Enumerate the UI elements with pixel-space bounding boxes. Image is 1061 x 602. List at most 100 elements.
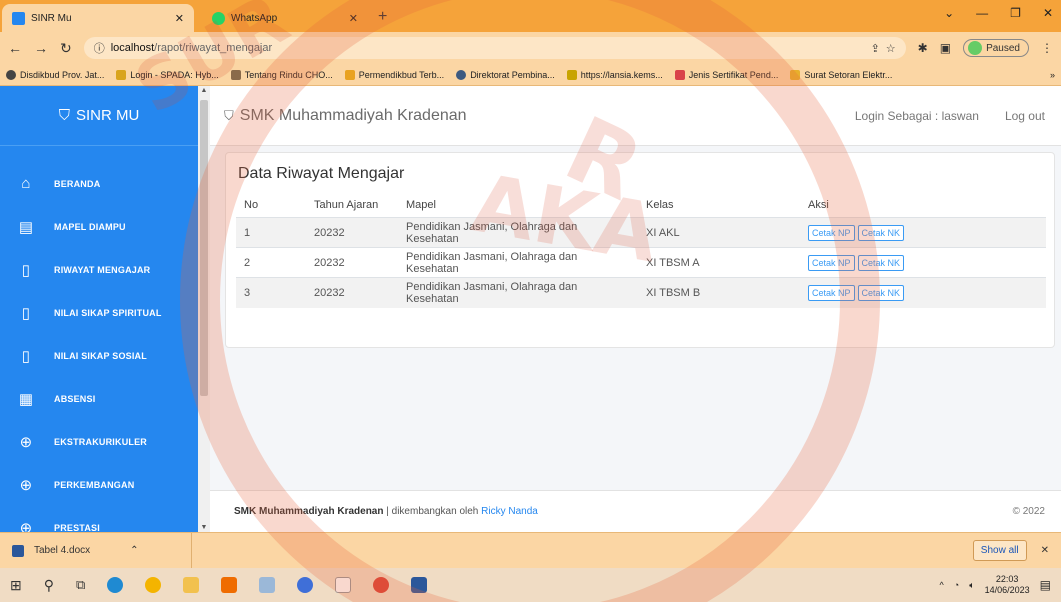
cell-kelas: XI TBSM B: [638, 277, 800, 308]
app-icon[interactable]: [297, 577, 314, 593]
page-title: Data Riwayat Mengajar: [238, 165, 405, 182]
back-icon[interactable]: ←: [8, 40, 22, 56]
forward-icon[interactable]: →: [34, 40, 48, 56]
sidebar-item-nilai-sikap-spiritual[interactable]: ▯ NILAI SIKAP SPIRITUAL: [0, 291, 198, 334]
logout-link[interactable]: Log out: [1005, 109, 1045, 123]
bookmark-item[interactable]: Jenis Sertifikat Pend...: [674, 69, 778, 80]
sidebar-item-label: EKSTRAKURIKULER: [54, 436, 147, 447]
bookmark-item[interactable]: Login - SPADA: Hyb...: [116, 69, 219, 80]
sublime-icon[interactable]: [221, 577, 238, 593]
bookmark-item[interactable]: Surat Setoran Elektr...: [790, 69, 892, 80]
sidebar-item-riwayat-mengajar[interactable]: ▯ RIWAYAT MENGAJAR: [0, 248, 198, 291]
avatar: [968, 41, 983, 55]
reload-icon[interactable]: ↻: [60, 40, 72, 57]
url-path: /rapot/riwayat_mengajar: [154, 42, 273, 54]
notepad-icon[interactable]: [335, 577, 352, 593]
column-header: No: [244, 199, 259, 211]
scrollbar-thumb[interactable]: [200, 100, 208, 396]
chevron-up-icon[interactable]: ⌃: [130, 545, 138, 556]
whatsapp-favicon-icon: [212, 11, 225, 25]
sidebar-item-mapel-diampu[interactable]: ▤ MAPEL DIAMPU: [0, 205, 198, 248]
extensions-icon[interactable]: ✱: [918, 41, 928, 55]
bookmark-item[interactable]: Direktorat Pembina...: [456, 69, 555, 80]
scroll-down-icon[interactable]: ▼: [198, 524, 210, 531]
sidebar-item-absensi[interactable]: ▦ ABSENSI: [0, 377, 198, 420]
sidebar-item-label: BERANDA: [54, 178, 101, 189]
sidebar-scrollbar[interactable]: ▲ ▼: [198, 86, 210, 532]
url-input[interactable]: ⓘ localhost/rapot/riwayat_mengajar ⇪ ☆: [83, 37, 906, 59]
paint-icon[interactable]: [259, 577, 276, 593]
notification-icon[interactable]: ▤: [1040, 578, 1051, 592]
sidebar-item-perkembangan[interactable]: ⊕ PERKEMBANGAN: [0, 463, 198, 506]
cetak-np-button[interactable]: Cetak NP: [808, 284, 855, 301]
scroll-up-icon[interactable]: ▲: [198, 87, 210, 94]
edge-icon[interactable]: [107, 577, 124, 593]
graduation-cap-icon: ⛉: [58, 107, 70, 124]
spada-icon: [116, 69, 127, 80]
column-header: Kelas: [646, 199, 674, 211]
cell-kelas: XI AKL: [638, 217, 800, 248]
task-view-icon[interactable]: ⧉: [76, 577, 85, 593]
bookmark-item[interactable]: Disdikbud Prov. Jat...: [6, 69, 104, 80]
sidebar-item-beranda[interactable]: ⌂ BERANDA: [0, 162, 198, 205]
login-status: Login Sebagai : laswan: [854, 108, 979, 123]
close-tab-icon[interactable]: ✕: [349, 12, 358, 25]
file-explorer-icon[interactable]: [183, 577, 200, 593]
close-download-bar-icon[interactable]: ✕: [1041, 545, 1049, 556]
top-navbar: ⛉ SMK Muhammadiyah Kradenan Login Sebaga…: [210, 86, 1061, 146]
show-all-button[interactable]: Show all: [972, 540, 1027, 561]
chrome-active-icon[interactable]: [373, 577, 390, 593]
school-header: ⛉ SMK Muhammadiyah Kradenan: [224, 107, 467, 125]
tab-title: WhatsApp: [231, 12, 278, 24]
new-tab-icon[interactable]: +: [378, 8, 387, 26]
tab-whatsapp[interactable]: WhatsApp ✕: [202, 4, 368, 32]
sidebar-item-label: PERKEMBANGAN: [54, 479, 135, 490]
page-footer: SMK Muhammadiyah Kradenan | dikembangkan…: [210, 490, 1061, 532]
wifi-icon[interactable]: ◔: [954, 580, 959, 590]
windows-start-icon[interactable]: ⊞: [10, 577, 22, 594]
bookmark-item[interactable]: Permendikbud Terb...: [344, 69, 444, 80]
sidebar-item-nilai-sikap-sosial[interactable]: ▯ NILAI SIKAP SOSIAL: [0, 334, 198, 377]
minimize-icon[interactable]: —: [976, 6, 988, 20]
home-icon: ⌂: [21, 175, 31, 192]
more-bookmarks-icon[interactable]: »: [1050, 70, 1055, 80]
cetak-np-button[interactable]: Cetak NP: [808, 224, 855, 241]
cetak-nk-button[interactable]: Cetak NK: [857, 284, 905, 301]
tab-sinr-mu[interactable]: SINR Mu ✕: [2, 4, 194, 32]
direktorat-icon: [456, 69, 467, 80]
sidebar-item-ekstrakurikuler[interactable]: ⊕ EKSTRAKURIKULER: [0, 420, 198, 463]
cetak-np-button[interactable]: Cetak NP: [808, 254, 855, 271]
cetak-nk-button[interactable]: Cetak NK: [857, 254, 905, 271]
system-tray: ^ ◔ 🔈︎ 22:03 14/06/2023 ▤: [940, 574, 1051, 596]
word-icon[interactable]: [411, 577, 428, 593]
profile-paused-button[interactable]: Paused: [963, 39, 1029, 57]
bookmark-item[interactable]: Tentang Rindu CHO...: [230, 69, 333, 80]
tab-search-chevron-icon[interactable]: ⌄: [944, 6, 954, 20]
cell-mapel: Pendidikan Jasmani, Olahraga dan Kesehat…: [398, 277, 638, 308]
author-link[interactable]: Ricky Nanda: [481, 506, 538, 517]
bookmark-item[interactable]: https://lansia.kems...: [566, 69, 663, 80]
download-item[interactable]: Tabel 4.docx ⌃: [12, 532, 192, 569]
share-icon[interactable]: ⇪: [871, 42, 880, 55]
clock[interactable]: 22:03 14/06/2023: [985, 574, 1030, 596]
close-window-icon[interactable]: ✕: [1043, 6, 1053, 20]
ball-icon: ⊕: [19, 433, 33, 451]
restore-icon[interactable]: ❐: [1010, 6, 1021, 20]
search-icon[interactable]: ⚲: [44, 577, 54, 594]
menu-kebab-icon[interactable]: ⋮: [1041, 41, 1053, 55]
bookmark-star-icon[interactable]: ☆: [886, 42, 896, 55]
chrome-icon[interactable]: [145, 577, 162, 593]
word-doc-icon: [12, 544, 24, 557]
tray-overflow-icon[interactable]: ^: [940, 580, 944, 590]
side-panel-icon[interactable]: ▣: [940, 41, 951, 55]
sidebar-brand[interactable]: ⛉ SINR MU: [0, 86, 198, 146]
sidebar-item-label: RIWAYAT MENGAJAR: [54, 264, 151, 275]
info-icon[interactable]: ⓘ: [94, 40, 105, 56]
close-tab-icon[interactable]: ✕: [175, 12, 184, 25]
cell-kelas: XI TBSM A: [638, 247, 800, 278]
volume-icon[interactable]: 🔈︎: [969, 580, 974, 591]
folder-icon: [790, 69, 801, 80]
cell-aksi: Cetak NP Cetak NK: [800, 277, 1046, 308]
cetak-nk-button[interactable]: Cetak NK: [857, 224, 905, 241]
lansia-icon: [566, 69, 577, 80]
